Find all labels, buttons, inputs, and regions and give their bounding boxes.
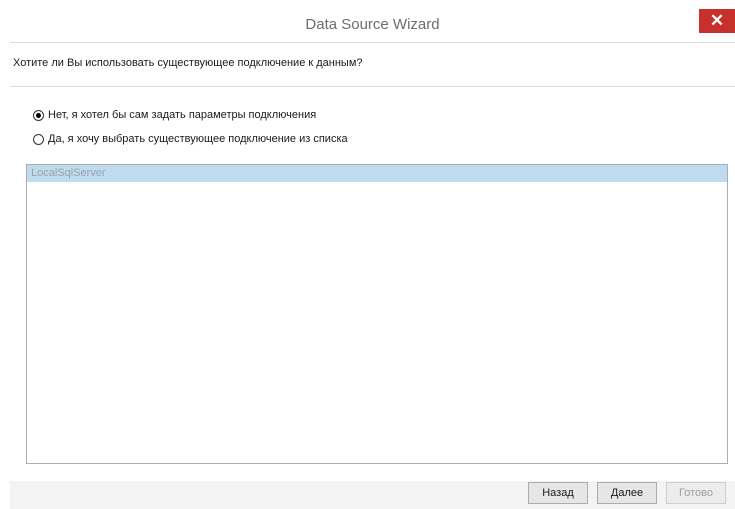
- list-item-label: LocalSqlServer: [31, 167, 106, 179]
- wizard-footer: Назад Далее Готово: [10, 481, 735, 509]
- wizard-question: Хотите ли Вы использовать существующее п…: [13, 57, 363, 69]
- data-source-wizard-window: Data Source Wizard ✕ Хотите ли Вы исполь…: [10, 9, 735, 509]
- radio-option-label: Нет, я хотел бы сам задать параметры под…: [48, 109, 317, 121]
- radio-option-label: Да, я хочу выбрать существующее подключе…: [48, 133, 348, 145]
- close-icon: ✕: [709, 11, 725, 30]
- next-button[interactable]: Далее: [597, 482, 657, 504]
- window-title: Data Source Wizard: [305, 16, 440, 33]
- back-button[interactable]: Назад: [528, 482, 588, 504]
- wizard-content: Нет, я хотел бы сам задать параметры под…: [10, 87, 735, 481]
- finish-button[interactable]: Готово: [666, 482, 726, 504]
- radio-button-unchecked[interactable]: [33, 133, 44, 145]
- title-bar[interactable]: Data Source Wizard ✕: [10, 9, 735, 41]
- connections-listbox[interactable]: LocalSqlServer: [26, 164, 728, 464]
- wizard-header: Хотите ли Вы использовать существующее п…: [10, 43, 735, 86]
- radio-option-new-connection[interactable]: Нет, я хотел бы сам задать параметры под…: [33, 107, 316, 123]
- radio-button-checked[interactable]: [33, 109, 44, 121]
- list-item-connection[interactable]: LocalSqlServer: [27, 165, 727, 182]
- radio-option-existing-connection[interactable]: Да, я хочу выбрать существующее подключе…: [33, 131, 348, 147]
- close-button[interactable]: ✕: [699, 9, 735, 33]
